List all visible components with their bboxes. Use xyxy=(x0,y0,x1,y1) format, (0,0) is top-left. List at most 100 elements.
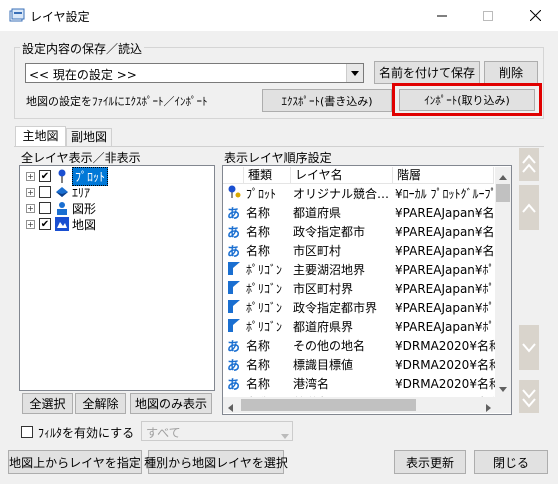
tab-main-map[interactable]: 主地図 xyxy=(15,126,66,147)
name-type-icon: あ xyxy=(226,378,240,393)
table-row[interactable]: ﾎﾟﾘｺﾞﾝ 主要湖沼地界 ¥PAREAJapan¥ﾎﾟﾘ xyxy=(223,260,495,279)
tree-node-shape[interactable]: + 図形 xyxy=(26,200,96,216)
cell-type: 名称 xyxy=(246,206,271,220)
map-checkbox[interactable]: ✔ xyxy=(39,218,51,230)
cell-type: ﾎﾟﾘｺﾞﾝ xyxy=(246,263,283,277)
polygon-type-icon xyxy=(223,260,244,279)
cell-path: ¥PAREAJapan¥ﾎﾟﾘ xyxy=(395,320,495,334)
shape-checkbox[interactable] xyxy=(39,202,51,214)
plot-checkbox[interactable]: ✔ xyxy=(39,170,51,182)
tree-label-map: 地図 xyxy=(72,217,97,232)
cell-path: ¥PAREAJapan¥名称 xyxy=(395,244,495,258)
cell-layer-name: 都道府県界 xyxy=(293,320,354,334)
left-panel-title: 全レイヤ表示／非表示 xyxy=(21,151,141,165)
cell-layer-name: 標識目標値 xyxy=(293,358,354,372)
move-up-icon[interactable] xyxy=(519,185,539,230)
cell-path: ¥PAREAJapan¥名称 xyxy=(395,225,495,239)
deselect-all-button[interactable]: 全解除 xyxy=(75,393,126,414)
expand-icon[interactable]: + xyxy=(26,171,35,181)
tab-main-map-label: 主地図 xyxy=(22,129,59,143)
table-row[interactable]: ﾎﾟﾘｺﾞﾝ 都道府県界 ¥PAREAJapan¥ﾎﾟﾘ xyxy=(223,317,495,336)
select-by-type-button[interactable]: 種別から地図レイヤを選択 xyxy=(144,450,288,474)
scroll-thumb[interactable] xyxy=(496,184,510,202)
tree-node-plot[interactable]: + ✔ ﾌﾟﾛｯﾄ xyxy=(26,166,109,186)
area-checkbox[interactable] xyxy=(39,186,51,198)
table-row[interactable]: ﾌﾟﾛｯﾄ オリジナル競合… ¥ﾛｰｶﾙ ﾌﾟﾛｯﾄｸﾞﾙｰﾌﾟ xyxy=(223,184,495,203)
table-row[interactable]: あ名称 標識目標値 ¥DRMA2020¥名称 xyxy=(223,355,495,374)
column-header-name[interactable]: レイヤ名 xyxy=(291,167,393,184)
cell-layer-name: 港湾名 xyxy=(293,377,330,391)
table-row[interactable]: ﾎﾟﾘｺﾞﾝ 政令指定都市界 ¥PAREAJapan¥ﾎﾟﾘ xyxy=(223,298,495,317)
cell-layer-name: 市区町村界 xyxy=(293,282,354,296)
scroll-left-arrow-icon[interactable] xyxy=(228,401,233,415)
list-horizontal-scrollbar[interactable] xyxy=(223,397,511,413)
layer-rows: ﾌﾟﾛｯﾄ オリジナル競合… ¥ﾛｰｶﾙ ﾌﾟﾛｯﾄｸﾞﾙｰﾌﾟあ名称 都道府県 ¥PA… xyxy=(223,184,495,397)
tree-node-area[interactable]: + ｴﾘｱ xyxy=(26,184,90,200)
column-header-path[interactable]: 階層 xyxy=(393,167,494,184)
move-to-top-icon[interactable] xyxy=(519,148,539,181)
minimize-button[interactable] xyxy=(419,0,465,31)
layer-tree[interactable]: + ✔ ﾌﾟﾛｯﾄ + ｴﾘｱ + 図形 + ✔ 地図 xyxy=(19,165,215,391)
pick-from-map-button[interactable]: 地図上からレイヤを指定 xyxy=(8,450,142,474)
window-title: レイヤ設定 xyxy=(30,10,90,24)
column-header-type[interactable]: 種類 xyxy=(244,167,291,184)
expand-icon[interactable]: + xyxy=(26,219,35,229)
map-only-button[interactable]: 地図のみ表示 xyxy=(130,393,212,414)
name-type-icon: あ xyxy=(226,226,240,241)
name-type-icon: あ xyxy=(226,207,240,222)
cell-path: ¥DRMA2020¥名称 xyxy=(395,358,495,372)
expand-icon[interactable]: + xyxy=(26,187,35,197)
select-all-button[interactable]: 全選択 xyxy=(22,393,73,414)
cell-path: ¥PAREAJapan¥ﾎﾟﾘ xyxy=(395,282,495,296)
cell-layer-name: 主要湖沼地界 xyxy=(293,263,366,277)
name-type-icon: あ xyxy=(226,245,240,260)
move-to-bottom-icon[interactable] xyxy=(519,380,539,413)
filter-checkbox[interactable] xyxy=(21,426,33,438)
cell-type: 名称 xyxy=(246,225,271,239)
move-down-icon[interactable] xyxy=(519,325,539,370)
shape-icon xyxy=(55,201,69,215)
app-icon xyxy=(9,8,25,24)
cell-path: ¥PAREAJapan¥ﾎﾟﾘ xyxy=(395,301,495,315)
table-row[interactable]: あ名称 港湾名 ¥DRMA2020¥名称 xyxy=(223,374,495,393)
pin-icon xyxy=(55,169,69,183)
close-button[interactable]: 閉じる xyxy=(474,450,548,474)
export-caption: 地図の設定をﾌｧｲﾙにｴｸｽﾎﾟｰﾄ／ｲﾝﾎﾟｰﾄ xyxy=(26,95,208,108)
cell-layer-name: 政令指定都市界 xyxy=(293,301,378,315)
tree-node-map[interactable]: + ✔ 地図 xyxy=(26,216,96,232)
refresh-button[interactable]: 表示更新 xyxy=(394,450,466,474)
cell-layer-name: 都道府県 xyxy=(293,206,342,220)
table-row[interactable]: あ名称 市区町村 ¥PAREAJapan¥名称 xyxy=(223,241,495,260)
h-scroll-thumb[interactable] xyxy=(241,399,416,411)
polygon-type-icon xyxy=(223,317,244,336)
tree-label-area: ｴﾘｱ xyxy=(72,185,91,200)
scroll-right-arrow-icon[interactable] xyxy=(486,401,491,415)
table-row[interactable]: ﾎﾟﾘｺﾞﾝ 市区町村界 ¥PAREAJapan¥ﾎﾟﾘ xyxy=(223,279,495,298)
tab-sub-map[interactable]: 副地図 xyxy=(66,128,112,147)
save-as-button[interactable]: 名前を付けて保存 xyxy=(374,61,480,84)
close-window-button[interactable] xyxy=(512,0,558,31)
polygon-type-icon xyxy=(223,298,244,317)
preset-select-value: << 現在の設定 >> xyxy=(29,68,137,82)
tree-label-shape: 図形 xyxy=(72,201,97,216)
cell-type: ﾎﾟﾘｺﾞﾝ xyxy=(246,282,283,296)
scroll-down-arrow-icon[interactable] xyxy=(499,381,507,395)
column-header-icon xyxy=(223,167,244,184)
import-button[interactable]: ｲﾝﾎﾟｰﾄ(取り込み) xyxy=(399,89,535,111)
table-row[interactable]: あ名称 その他の地名 ¥DRMA2020¥名称 xyxy=(223,336,495,355)
export-button[interactable]: ｴｸｽﾎﾟｰﾄ(書き込み) xyxy=(262,89,392,112)
tab-sub-map-label: 副地図 xyxy=(70,130,107,144)
scroll-up-arrow-icon[interactable] xyxy=(499,169,507,183)
maximize-button[interactable] xyxy=(465,0,511,31)
table-row[interactable]: あ名称 都道府県 ¥PAREAJapan¥名称 xyxy=(223,203,495,222)
cell-layer-name: 市区町村 xyxy=(293,244,342,258)
expand-icon[interactable]: + xyxy=(26,203,35,213)
map-icon xyxy=(55,217,69,231)
list-vertical-scrollbar[interactable] xyxy=(495,167,511,397)
delete-button[interactable]: 削除 xyxy=(484,61,538,84)
area-icon xyxy=(55,185,69,199)
chevron-down-icon[interactable] xyxy=(346,64,363,82)
preset-select[interactable]: << 現在の設定 >> xyxy=(25,63,364,83)
cell-path: ¥PAREAJapan¥名称 xyxy=(395,206,495,220)
table-row[interactable]: あ名称 政令指定都市 ¥PAREAJapan¥名称 xyxy=(223,222,495,241)
